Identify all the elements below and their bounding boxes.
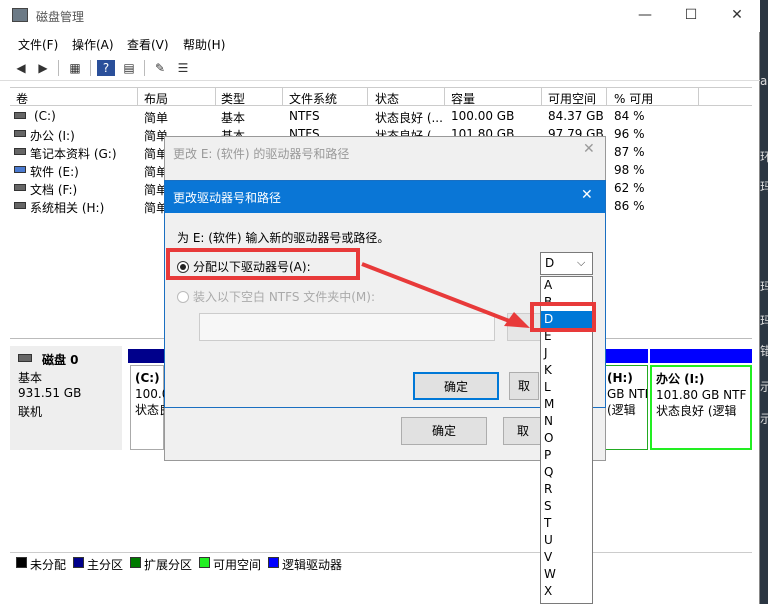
annotation-arrow-line (361, 262, 513, 324)
annotation-arrow (361, 262, 530, 328)
